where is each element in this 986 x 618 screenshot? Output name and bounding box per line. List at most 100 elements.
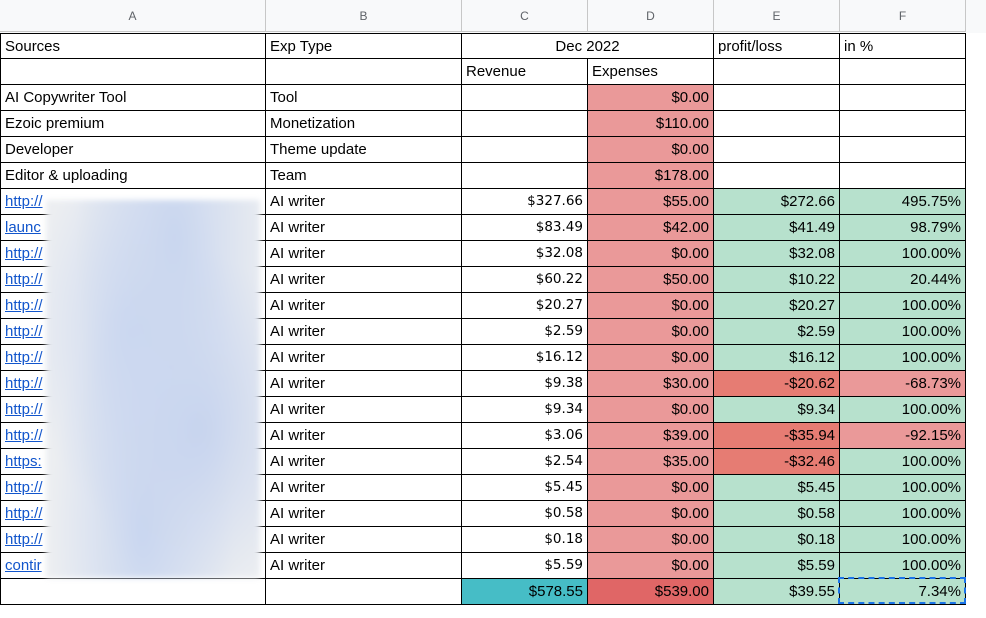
cell-profit-loss[interactable]: $9.34 [714,397,840,423]
cell-exp-type[interactable]: AI writer [266,423,462,449]
cell-in-pct[interactable]: 100.00% [840,527,966,553]
column-header-f[interactable]: F [840,0,966,32]
cell-source[interactable]: Developer [0,137,266,163]
cell-revenue[interactable]: $32.08 [462,241,588,267]
cell-revenue[interactable] [462,163,588,189]
cell-empty[interactable] [840,59,966,85]
cell-profit-loss[interactable]: $5.59 [714,553,840,579]
cell-profit-loss[interactable]: $16.12 [714,345,840,371]
cell-exp-type[interactable]: AI writer [266,189,462,215]
cell-revenue[interactable]: $5.59 [462,553,588,579]
cell-period-header[interactable]: Dec 2022 [462,33,714,59]
cell-total-pct[interactable]: 7.34% [840,579,966,605]
cell-revenue[interactable]: $20.27 [462,293,588,319]
cell-in-pct[interactable]: -92.15% [840,423,966,449]
cell-profit-loss[interactable]: $0.58 [714,501,840,527]
cell-source[interactable]: AI Copywriter Tool [0,85,266,111]
cell-revenue[interactable]: $83.49 [462,215,588,241]
cell-in-pct[interactable]: 100.00% [840,345,966,371]
cell-exp-type[interactable]: AI writer [266,475,462,501]
cell-source[interactable]: Ezoic premium [0,111,266,137]
cell-revenue[interactable]: $16.12 [462,345,588,371]
cell-expenses[interactable]: $0.00 [588,553,714,579]
cell-exp-type[interactable]: AI writer [266,527,462,553]
cell-revenue[interactable]: $5.45 [462,475,588,501]
cell-profit-loss[interactable]: $10.22 [714,267,840,293]
cell-revenue-header[interactable]: Revenue [462,59,588,85]
cell-expenses-header[interactable]: Expenses [588,59,714,85]
cell-profit-loss[interactable]: $272.66 [714,189,840,215]
cell-expenses[interactable]: $30.00 [588,371,714,397]
cell-in-pct[interactable]: 100.00% [840,293,966,319]
cell-revenue[interactable]: $9.34 [462,397,588,423]
cell-expenses[interactable]: $0.00 [588,345,714,371]
cell-revenue[interactable]: $2.59 [462,319,588,345]
cell-in-pct[interactable]: 100.00% [840,449,966,475]
cell-profit-loss[interactable]: $32.08 [714,241,840,267]
cell-expenses[interactable]: $0.00 [588,137,714,163]
cell-source[interactable]: Editor & uploading [0,163,266,189]
cell-expenses[interactable]: $35.00 [588,449,714,475]
cell-exp-type[interactable]: AI writer [266,319,462,345]
cell-expenses[interactable]: $0.00 [588,475,714,501]
cell-expenses[interactable]: $39.00 [588,423,714,449]
cell-profit-loss[interactable]: $0.18 [714,527,840,553]
cell-revenue[interactable]: $3.06 [462,423,588,449]
cell-in-pct[interactable]: 20.44% [840,267,966,293]
cell-empty[interactable] [714,59,840,85]
cell-expenses[interactable]: $178.00 [588,163,714,189]
cell-in-pct[interactable] [840,85,966,111]
cell-profit-loss[interactable] [714,85,840,111]
cell-exp-type[interactable]: AI writer [266,397,462,423]
cell-revenue[interactable]: $60.22 [462,267,588,293]
cell-total-expenses[interactable]: $539.00 [588,579,714,605]
cell-in-pct[interactable]: 100.00% [840,397,966,423]
cell-profit-loss[interactable]: $20.27 [714,293,840,319]
cell-exp-type[interactable]: AI writer [266,215,462,241]
cell-expenses[interactable]: $42.00 [588,215,714,241]
cell-exp-type[interactable]: AI writer [266,293,462,319]
cell-in-pct[interactable]: 100.00% [840,475,966,501]
cell-exp-type[interactable]: AI writer [266,345,462,371]
cell-empty[interactable] [0,579,266,605]
cell-profit-loss[interactable]: -$35.94 [714,423,840,449]
cell-expenses[interactable]: $0.00 [588,397,714,423]
cell-profit-loss[interactable]: $41.49 [714,215,840,241]
cell-total-profit[interactable]: $39.55 [714,579,840,605]
cell-empty[interactable] [0,59,266,85]
cell-profit-loss[interactable]: $5.45 [714,475,840,501]
cell-expenses[interactable]: $55.00 [588,189,714,215]
cell-in-pct-header[interactable]: in % [840,33,966,59]
cell-in-pct[interactable] [840,111,966,137]
cell-empty[interactable] [266,59,462,85]
cell-in-pct[interactable]: 100.00% [840,553,966,579]
cell-empty[interactable] [266,579,462,605]
cell-profit-loss[interactable]: -$20.62 [714,371,840,397]
cell-in-pct[interactable] [840,137,966,163]
cell-profit-loss[interactable]: -$32.46 [714,449,840,475]
cell-in-pct[interactable]: 100.00% [840,241,966,267]
cell-expenses[interactable]: $110.00 [588,111,714,137]
cell-exp-type[interactable]: AI writer [266,553,462,579]
cell-profit-loss[interactable] [714,111,840,137]
cell-exp-type[interactable]: AI writer [266,267,462,293]
cell-exp-type[interactable]: Team [266,163,462,189]
cell-in-pct[interactable] [840,163,966,189]
column-header-d[interactable]: D [588,0,714,32]
column-header-c[interactable]: C [462,0,588,32]
cell-exp-type[interactable]: Theme update [266,137,462,163]
cell-exp-type-header[interactable]: Exp Type [266,33,462,59]
cell-revenue[interactable] [462,111,588,137]
column-header-e[interactable]: E [714,0,840,32]
cell-exp-type[interactable]: AI writer [266,449,462,475]
cell-expenses[interactable]: $50.00 [588,267,714,293]
cell-revenue[interactable] [462,137,588,163]
cell-exp-type[interactable]: AI writer [266,501,462,527]
column-header-a[interactable]: A [0,0,266,32]
cell-revenue[interactable]: $2.54 [462,449,588,475]
cell-expenses[interactable]: $0.00 [588,501,714,527]
cell-in-pct[interactable]: 98.79% [840,215,966,241]
cell-exp-type[interactable]: Monetization [266,111,462,137]
cell-revenue[interactable] [462,85,588,111]
cell-in-pct[interactable]: 495.75% [840,189,966,215]
